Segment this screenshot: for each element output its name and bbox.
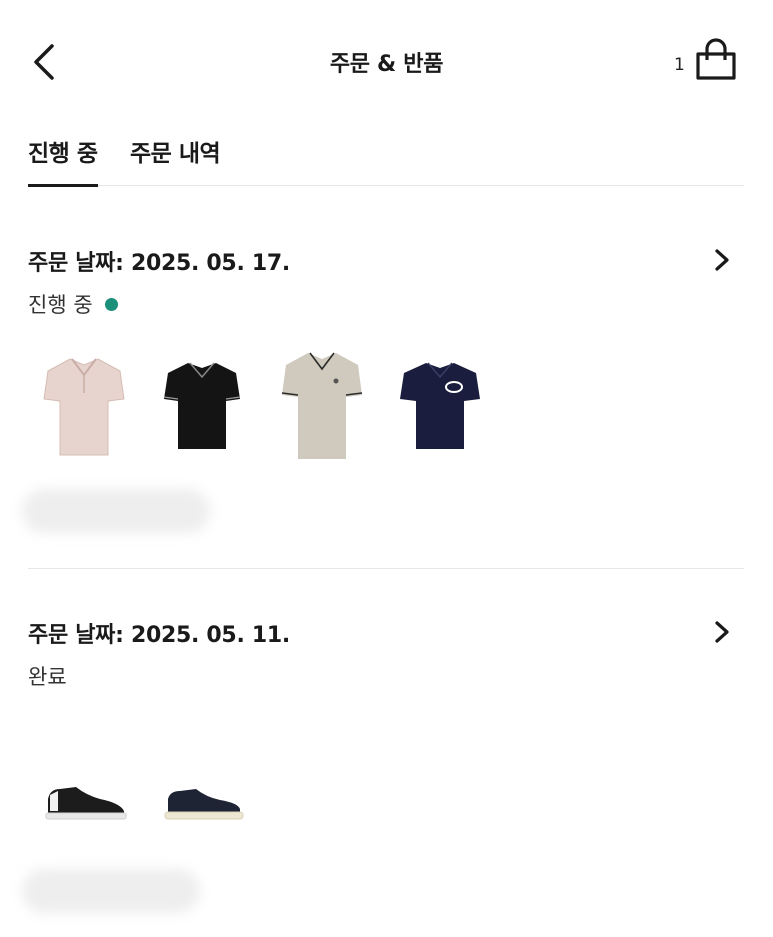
chevron-right-icon[interactable] (710, 247, 734, 273)
order-status: 진행 중 (28, 289, 118, 319)
redacted-price (22, 869, 200, 913)
polo-shirt-pink-icon[interactable] (40, 353, 128, 459)
order-status-label: 완료 (28, 665, 67, 689)
polo-shirt-beige-icon[interactable] (280, 347, 364, 463)
status-dot (104, 297, 118, 311)
page-title: 주문 & 반품 (329, 52, 444, 77)
cart-count: 1 (674, 55, 685, 75)
tab-order-history[interactable]: 주문 내역 (130, 134, 221, 186)
order-status-label: 진행 중 (28, 293, 93, 317)
order-date: 주문 날짜: 2025. 05. 11. (28, 623, 290, 648)
app-header: 주문 & 반품 1 (0, 0, 773, 120)
chevron-right-icon[interactable] (710, 619, 734, 645)
order-date: 주문 날짜: 2025. 05. 17. (28, 251, 290, 276)
tab-in-progress[interactable]: 진행 중 (28, 134, 98, 187)
order-divider (28, 568, 744, 569)
order-status: 완료 (28, 661, 67, 691)
polo-shirt-black-icon[interactable] (162, 357, 242, 453)
order-card[interactable]: 주문 날짜: 2025. 05. 11. 완료 (22, 617, 744, 917)
sneaker-black-icon[interactable] (42, 781, 128, 823)
sneaker-navy-icon[interactable] (160, 785, 246, 823)
order-card[interactable]: 주문 날짜: 2025. 05. 17. 진행 중 (22, 245, 744, 545)
shopping-bag-icon[interactable] (694, 38, 738, 82)
redacted-price (22, 489, 210, 533)
order-tabs: 진행 중 주문 내역 (28, 134, 744, 187)
polo-shirt-navy-icon[interactable] (398, 357, 482, 453)
